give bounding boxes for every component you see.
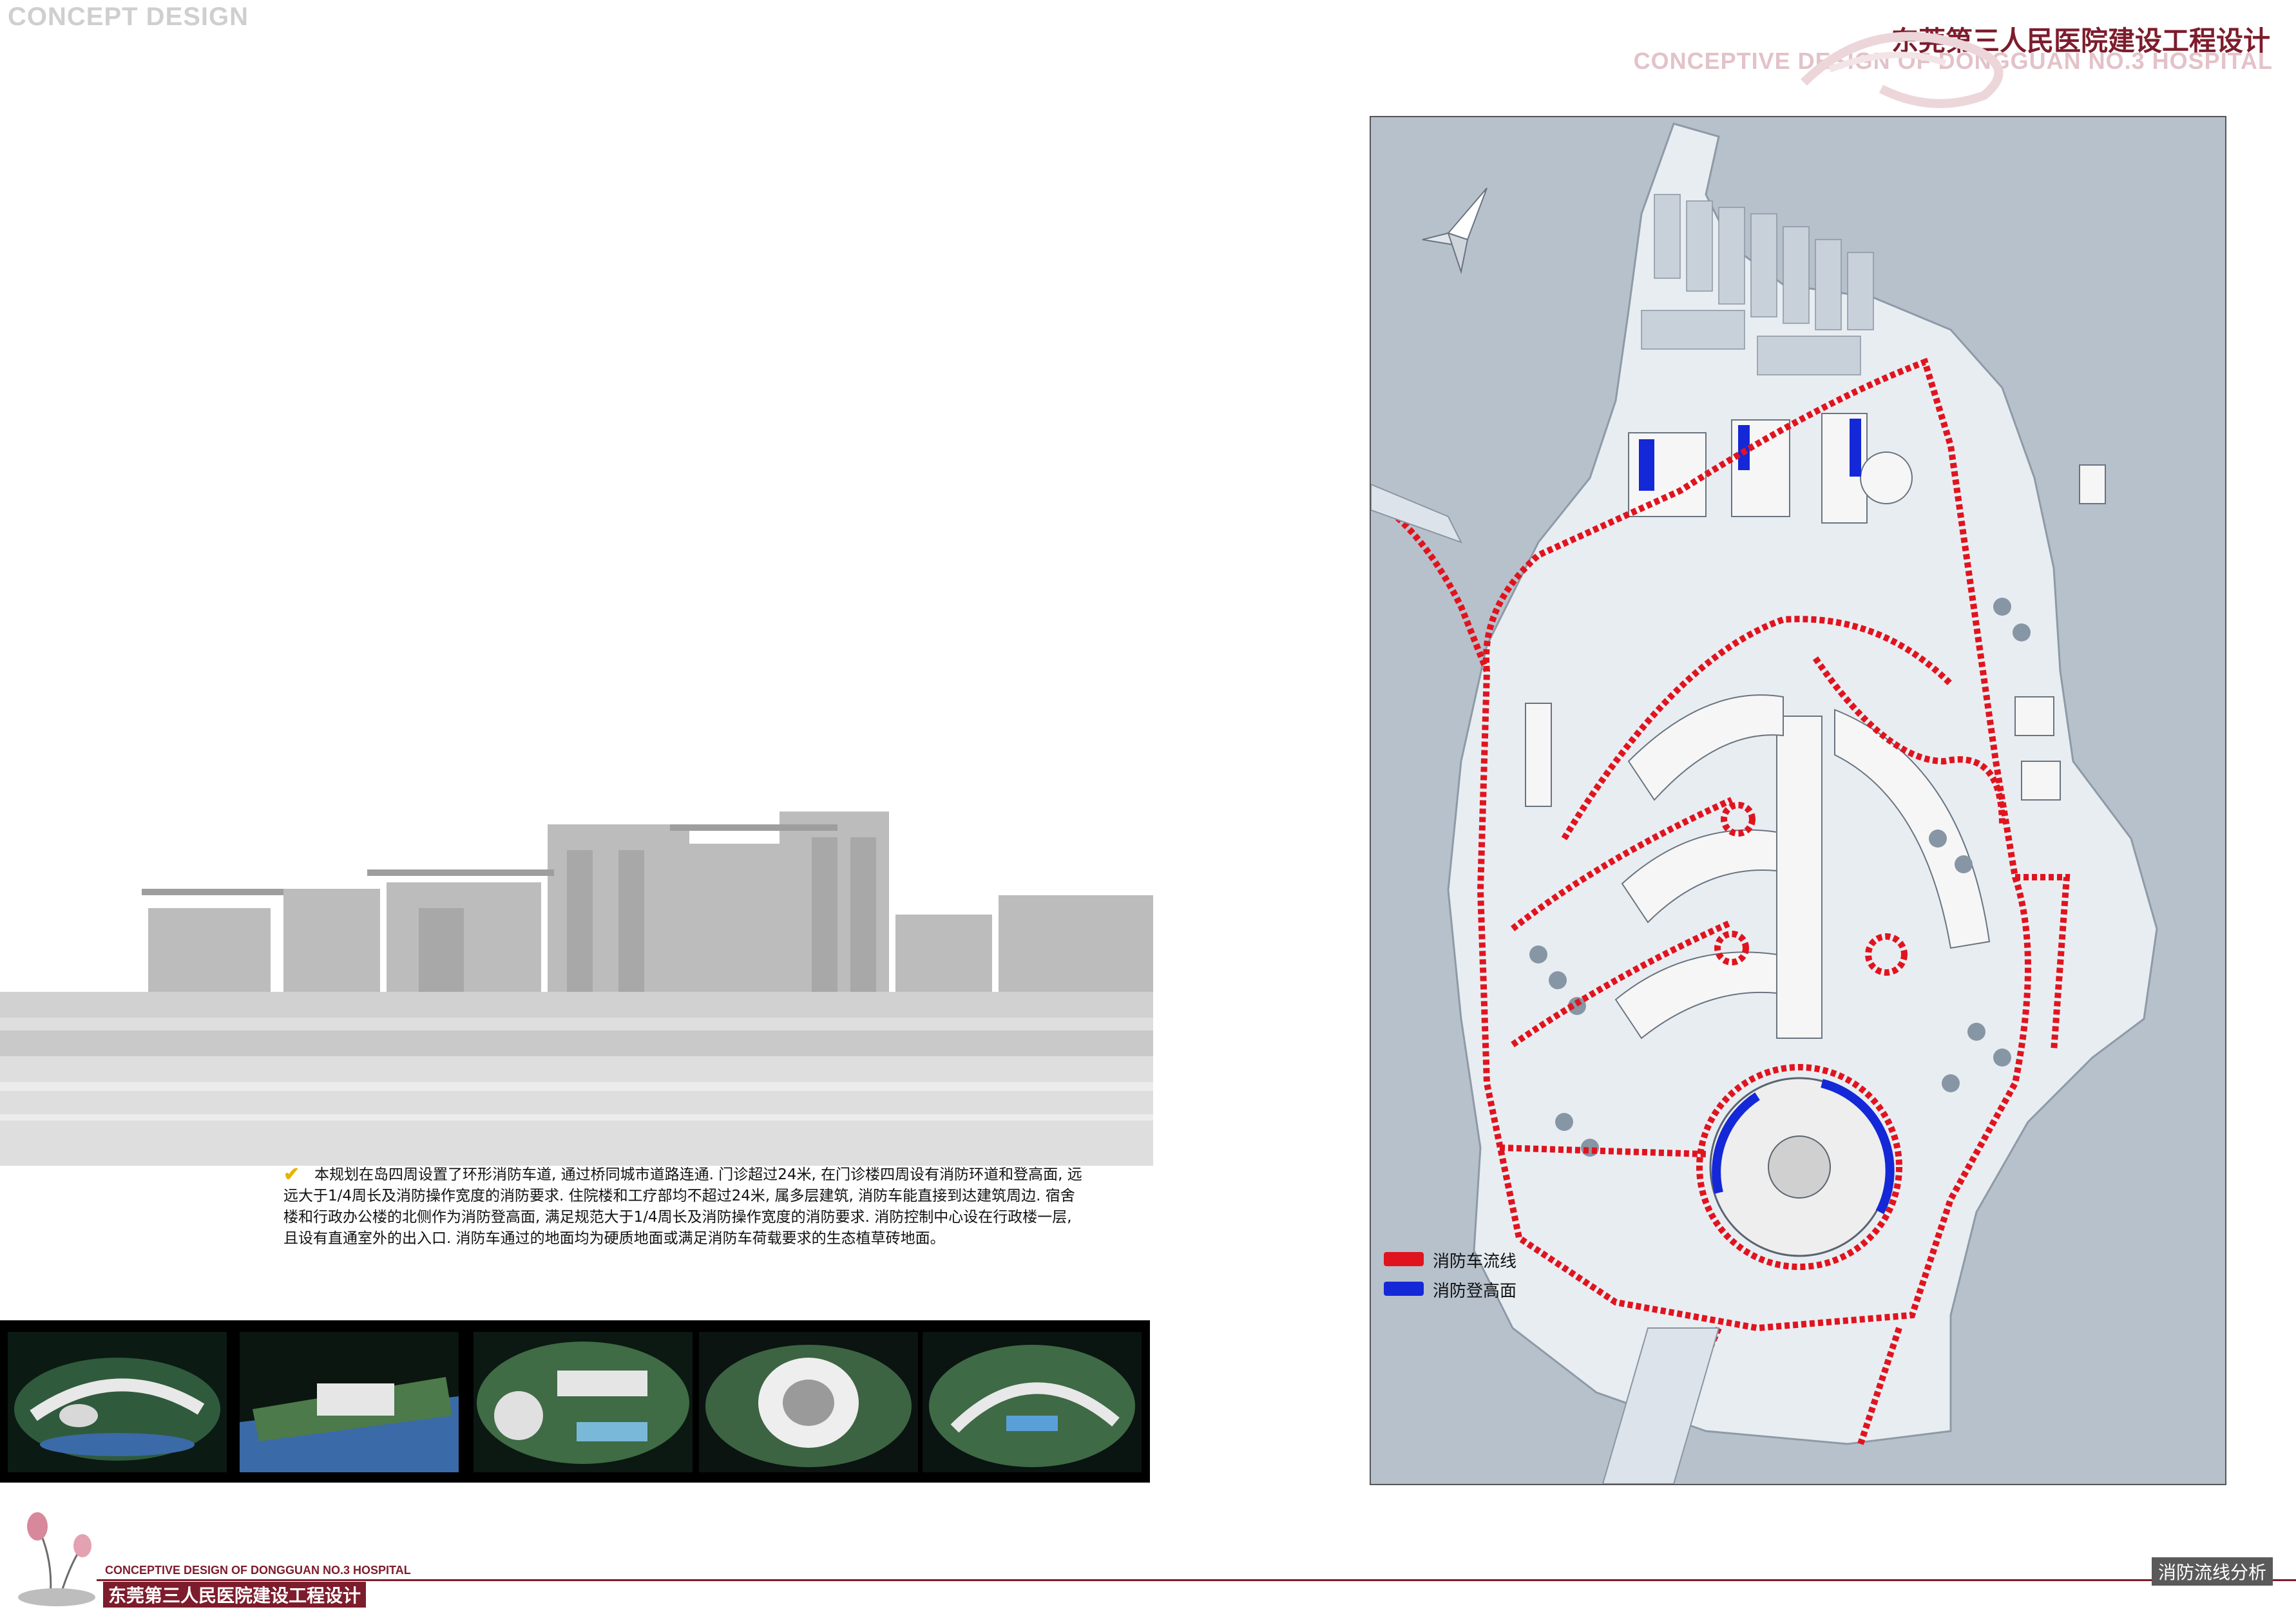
page-label: 消防流线分析 — [2151, 1557, 2273, 1586]
central-atrium — [1768, 1135, 1831, 1199]
header-swirl-decoration — [1801, 32, 2004, 108]
legend-label: 消防车流线 — [1433, 1252, 1517, 1271]
legend-label: 消防登高面 — [1433, 1282, 1517, 1301]
model-photo-strip — [0, 1320, 1150, 1483]
model-photo-3 — [474, 1332, 693, 1472]
model-photo-2 — [240, 1332, 459, 1472]
lotus-logo — [18, 1512, 95, 1606]
model-photo-1 — [8, 1332, 227, 1472]
legend-item-fire-climb: 消防登高面 — [1384, 1277, 1538, 1302]
north-arrow-icon — [1422, 187, 1488, 274]
legend-item-fire-route: 消防车流线 — [1384, 1247, 1538, 1273]
skyline-illustration — [0, 812, 1153, 1166]
footer-title-en: CONCEPTIVE DESIGN OF DONGGUAN NO.3 HOSPI… — [105, 1564, 411, 1577]
model-photo-5 — [923, 1332, 1142, 1472]
legend-swatch-red — [1384, 1252, 1424, 1266]
design-description: 本规划在岛四周设置了环形消防车道, 通过桥同城市道路连通. 门诊超过24米, 在… — [283, 1166, 1082, 1247]
legend-swatch-blue — [1384, 1282, 1424, 1296]
footer-title-cn: 东莞第三人民医院建设工程设计 — [103, 1582, 367, 1608]
concept-design-tag: CONCEPT DESIGN — [8, 3, 249, 31]
model-photo-4 — [699, 1332, 918, 1472]
footer-rule — [97, 1579, 2296, 1581]
